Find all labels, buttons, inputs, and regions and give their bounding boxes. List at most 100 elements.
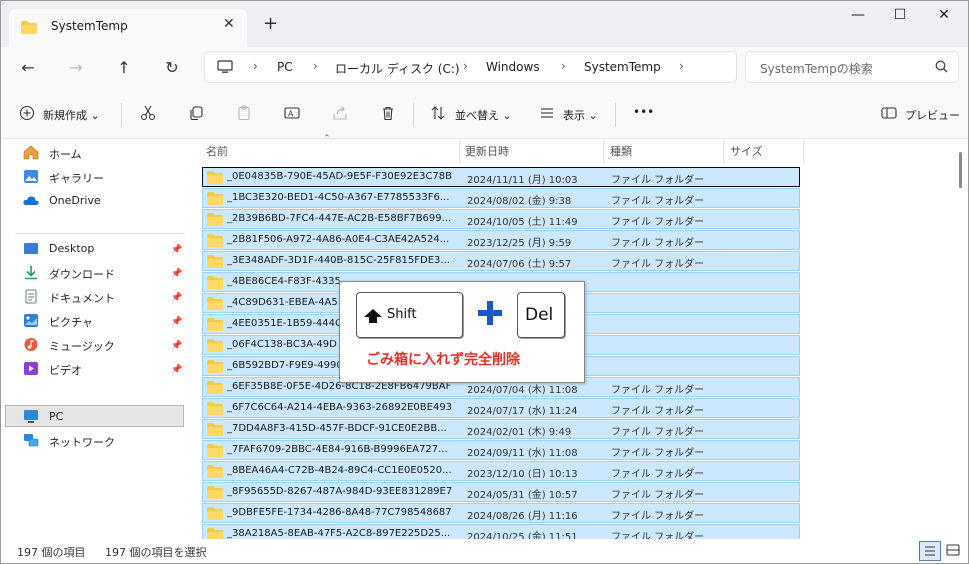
- tab-systemtemp[interactable]: SystemTemp ✕: [9, 9, 247, 47]
- file-row[interactable]: _7DD4A8F3-415D-457F-BDCF-91CE0E2BB... 202…: [202, 419, 800, 439]
- pin-icon[interactable]: 📌: [171, 293, 182, 303]
- new-button[interactable]: 新規作成 ⌄: [43, 107, 100, 123]
- file-type: ファイル フォルダー: [611, 217, 705, 228]
- sort-button[interactable]: 並べ替え ⌄: [455, 107, 512, 123]
- more-options-button[interactable]: •••: [633, 105, 654, 119]
- file-row[interactable]: _8BEA46A4-C72B-4B24-89C4-CC1E0E0520... 20…: [202, 461, 800, 481]
- column-divider[interactable]: [803, 139, 804, 163]
- file-date: 2023/12/25 (月) 9:59: [467, 238, 572, 249]
- column-divider[interactable]: [459, 139, 460, 163]
- plus-icon: [477, 300, 503, 329]
- file-type: ファイル フォルダー: [611, 469, 705, 480]
- preview-pane-icon: [881, 105, 897, 124]
- address-bar[interactable]: › PC › ローカル ディスク (C:) › Windows › System…: [204, 51, 737, 83]
- tiles-view-icon: [946, 544, 960, 556]
- breadcrumb-pc[interactable]: PC: [277, 60, 293, 74]
- tiles-view-button[interactable]: [943, 541, 965, 561]
- sidebar-item-onedrive[interactable]: OneDrive: [23, 193, 101, 211]
- search-input[interactable]: SystemTempの検索: [760, 60, 873, 77]
- chevron-right-icon: ›: [679, 59, 684, 73]
- forward-button[interactable]: →: [63, 55, 89, 81]
- new-tab-button[interactable]: +: [263, 13, 278, 34]
- pin-icon[interactable]: 📌: [171, 317, 182, 327]
- up-button[interactable]: ↑: [111, 55, 137, 81]
- address-row: ← → ↑ ↻ › PC › ローカル ディスク (C:) › Windows …: [1, 47, 968, 91]
- pin-icon[interactable]: 📌: [171, 269, 182, 279]
- file-row[interactable]: _6F7C6C64-A214-4EBA-9363-26892E0BE493 202…: [202, 398, 800, 418]
- breadcrumb-windows[interactable]: Windows: [486, 60, 540, 74]
- file-name: _2B39B6BD-7FC4-447E-AC2B-E58BF7B699...: [227, 213, 452, 224]
- sidebar-item-label: ドキュメント: [49, 292, 115, 305]
- column-size[interactable]: サイズ: [730, 143, 763, 159]
- column-type[interactable]: 種類: [610, 143, 632, 159]
- breadcrumb-systemtemp[interactable]: SystemTemp: [584, 60, 661, 74]
- status-bar: 197 個の項目 197 個の項目を選択: [1, 539, 968, 563]
- sidebar-item-network[interactable]: ネットワーク: [23, 433, 115, 451]
- toolbar-divider: [615, 103, 616, 127]
- back-button[interactable]: ←: [15, 55, 41, 81]
- search-box[interactable]: SystemTempの検索: [745, 51, 959, 83]
- sidebar-item-desktop[interactable]: Desktop: [23, 241, 94, 259]
- tab-strip: SystemTemp ✕ + — ☐ ✕: [1, 1, 968, 47]
- file-date: 2024/07/17 (水) 11:24: [467, 406, 578, 417]
- folder-icon: [207, 297, 223, 313]
- file-row[interactable]: _2B81F506-A972-4A86-A0E4-C3AE42A524... 20…: [202, 230, 800, 250]
- new-plus-icon: [19, 105, 35, 124]
- view-button[interactable]: 表示 ⌄: [563, 107, 598, 123]
- close-window-button[interactable]: ✕: [929, 7, 959, 27]
- column-divider[interactable]: [603, 139, 604, 163]
- sidebar-item-label: ダウンロード: [49, 268, 115, 281]
- file-row[interactable]: _2B39B6BD-7FC4-447E-AC2B-E58BF7B699... 20…: [202, 209, 800, 229]
- column-divider[interactable]: [723, 139, 724, 163]
- file-row[interactable]: _0E04835B-790E-45AD-9E5F-F30E92E3C78B 202…: [202, 167, 800, 187]
- folder-icon: [207, 444, 223, 460]
- sidebar-item-home[interactable]: ホーム: [23, 145, 82, 163]
- cut-icon[interactable]: [140, 105, 156, 124]
- file-row[interactable]: _9DBFE5FE-1734-4286-8A48-77C798548687 202…: [202, 503, 800, 523]
- file-date: 2024/07/04 (木) 11:08: [467, 385, 578, 396]
- folder-icon: [207, 486, 223, 502]
- breadcrumb-local-disk[interactable]: ローカル ディスク (C:): [335, 60, 460, 77]
- navigation-pane: ホーム ギャラリー OneDrive Desktop ダウンロード ドキュメント…: [1, 139, 197, 539]
- refresh-button[interactable]: ↻: [159, 55, 185, 81]
- desktop-icon: [23, 243, 39, 259]
- document-icon: [23, 289, 39, 307]
- share-icon[interactable]: [332, 105, 348, 124]
- tab-title: SystemTemp: [51, 19, 128, 33]
- file-row[interactable]: _1BC3E320-BED1-4C50-A367-E7785533F6... 20…: [202, 188, 800, 208]
- column-name[interactable]: 名前: [206, 143, 228, 159]
- sidebar-item-music[interactable]: ミュージック: [23, 337, 115, 355]
- preview-button[interactable]: プレビュー: [905, 107, 960, 123]
- pin-icon[interactable]: 📌: [171, 365, 182, 375]
- folder-icon: [207, 192, 223, 208]
- file-name: _3E348ADF-3D1F-440B-815C-25F815FDE3...: [227, 255, 450, 266]
- sidebar-item-pictures[interactable]: ピクチャ: [23, 313, 93, 331]
- scrollbar-thumb[interactable]: [959, 152, 962, 188]
- sidebar-item-downloads[interactable]: ダウンロード: [23, 265, 115, 283]
- file-row[interactable]: _7FAF6709-2BBC-4E84-916B-B9996EA727... 20…: [202, 440, 800, 460]
- details-view-button[interactable]: [919, 541, 941, 561]
- file-row[interactable]: _8F95655D-8267-487A-984D-93EE831289E7 202…: [202, 482, 800, 502]
- delete-icon[interactable]: [380, 105, 396, 124]
- folder-icon: [207, 360, 223, 376]
- vertical-scrollbar[interactable]: [955, 146, 965, 538]
- command-bar: 新規作成 ⌄ A 並べ替え ⌄ 表示 ⌄ ••• プレビュー: [1, 91, 968, 139]
- minimize-button[interactable]: —: [843, 7, 873, 27]
- sidebar-item-pc[interactable]: PC: [23, 409, 63, 427]
- sidebar-item-documents[interactable]: ドキュメント: [23, 289, 115, 307]
- copy-icon[interactable]: [188, 105, 204, 124]
- column-date[interactable]: 更新日時: [465, 143, 509, 159]
- paste-icon[interactable]: [236, 105, 252, 124]
- file-name: _38A218A5-8EAB-47F5-A2C8-897E225D25...: [227, 528, 451, 539]
- sidebar-item-gallery[interactable]: ギャラリー: [23, 169, 104, 187]
- maximize-button[interactable]: ☐: [885, 7, 915, 27]
- rename-icon[interactable]: A: [284, 105, 300, 124]
- sidebar-item-label: ホーム: [49, 148, 82, 161]
- sidebar-item-videos[interactable]: ビデオ: [23, 361, 82, 379]
- close-tab-icon[interactable]: ✕: [223, 16, 235, 32]
- file-type: ファイル フォルダー: [611, 511, 705, 522]
- file-row[interactable]: _38A218A5-8EAB-47F5-A2C8-897E225D25... 20…: [202, 524, 800, 539]
- pin-icon[interactable]: 📌: [171, 245, 182, 255]
- pin-icon[interactable]: 📌: [171, 341, 182, 351]
- file-row[interactable]: _3E348ADF-3D1F-440B-815C-25F815FDE3... 20…: [202, 251, 800, 271]
